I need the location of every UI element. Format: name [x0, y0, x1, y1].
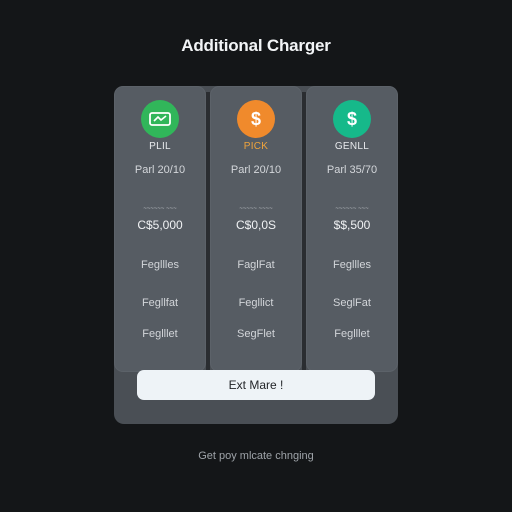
plan-name: GENLL	[334, 141, 370, 152]
ticket-icon	[141, 100, 179, 138]
plan-amount: C$0,0S	[235, 218, 277, 232]
plan-feature: Feglllet	[334, 328, 370, 340]
plan-feature: SegFlet	[237, 328, 275, 340]
plan-name: PLIL	[149, 141, 171, 152]
dollar-icon: $	[333, 100, 371, 138]
plan-amount-label: ~~~~~~ ~~~	[335, 206, 369, 212]
pricing-panel: PLIL Parl 20/10 ~~~~~~ ~~~ C$5,000 Fegll…	[114, 86, 398, 424]
plan-feature: Fegllict	[238, 297, 274, 309]
plan-feature: SeglFat	[333, 297, 371, 309]
plan-card-2[interactable]: $ PICK Parl 20/10 ~~~~~ ~~~~ C$0,0S Fagl…	[210, 86, 302, 372]
plan-amount-label: ~~~~~~ ~~~	[143, 206, 177, 212]
plan-price-line: Parl 35/70	[326, 164, 378, 176]
get-more-button[interactable]: Ext Mare !	[137, 370, 375, 400]
plan-amount: $$,500	[333, 218, 371, 232]
plan-feature: Fegllles	[333, 259, 371, 271]
plan-feature: Fegllfat	[141, 297, 179, 309]
page-title: Additional Charger	[181, 36, 331, 55]
plan-card-3[interactable]: $ GENLL Parl 35/70 ~~~~~~ ~~~ $$,500 Feg…	[306, 86, 398, 372]
plan-price-line: Parl 20/10	[134, 164, 186, 176]
plan-feature: Feglllet	[142, 328, 178, 340]
plan-amount-label: ~~~~~ ~~~~	[239, 206, 273, 212]
dollar-icon: $	[237, 100, 275, 138]
plan-feature: FaglFat	[237, 259, 275, 271]
plan-price-line: Parl 20/10	[230, 164, 282, 176]
plan-name: PICK	[243, 141, 269, 152]
plan-card-1[interactable]: PLIL Parl 20/10 ~~~~~~ ~~~ C$5,000 Fegll…	[114, 86, 206, 372]
plan-feature: Fegllles	[141, 259, 179, 271]
plan-amount: C$5,000	[137, 218, 183, 232]
footer-caption: Get poy mlcate chnging	[198, 450, 314, 462]
